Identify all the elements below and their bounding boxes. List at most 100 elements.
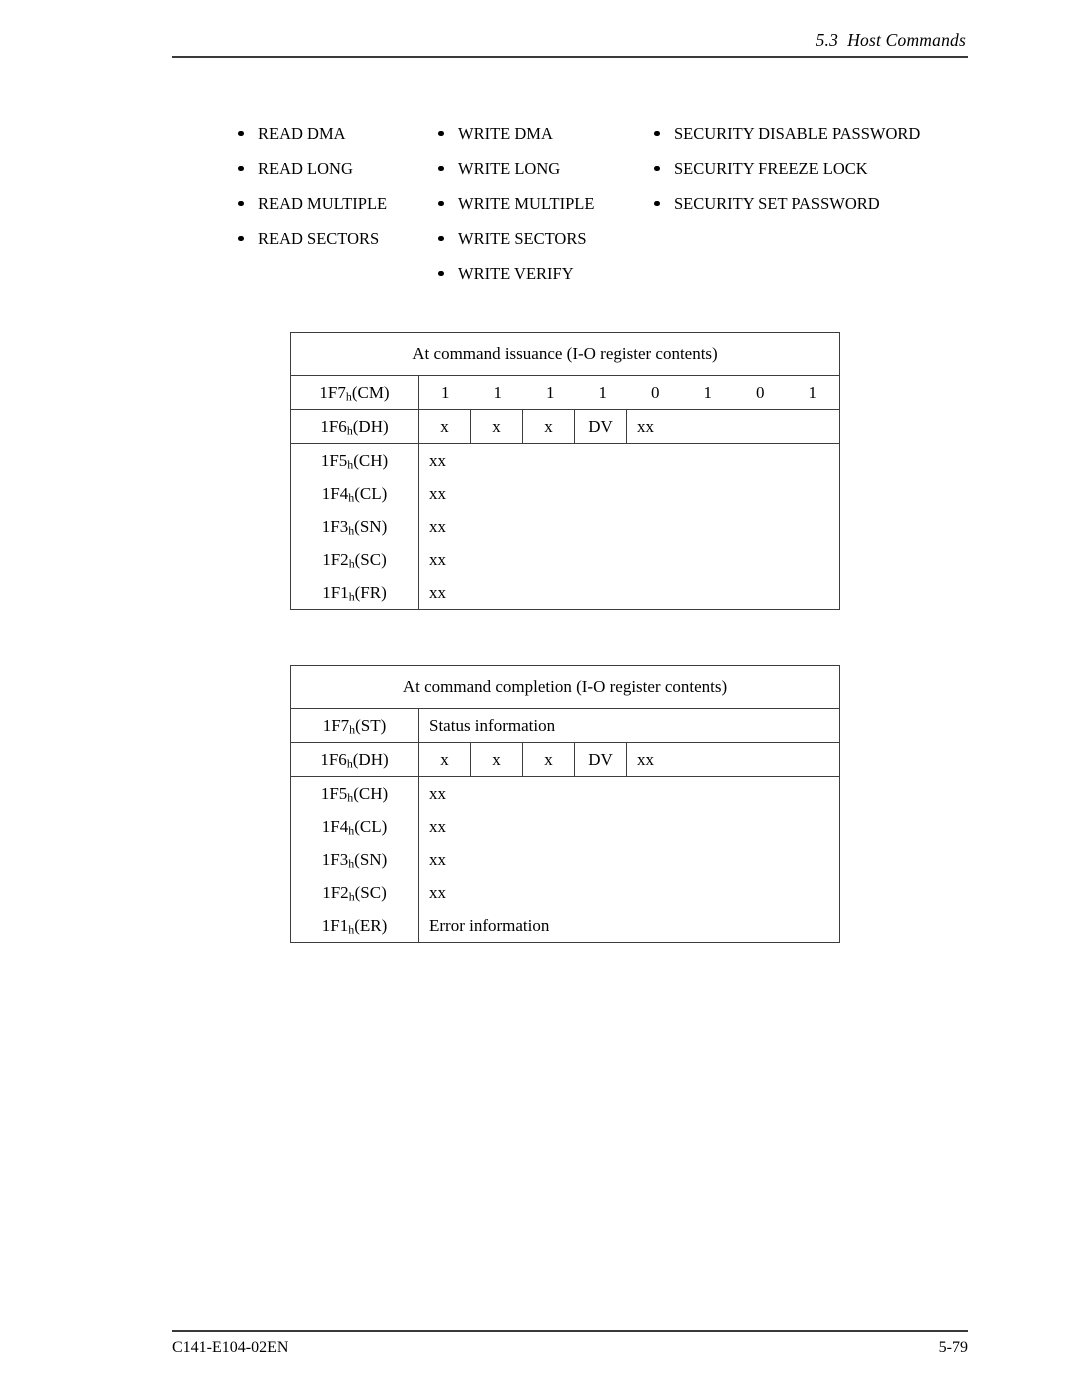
command-column-security: SECURITY DISABLE PASSWORD SECURITY FREEZE… xyxy=(653,116,993,221)
command-list-item: READ DMA xyxy=(237,116,432,151)
table-row: 1F2h(SC) xx xyxy=(291,543,839,576)
bullet-icon xyxy=(438,200,444,207)
header-rule xyxy=(172,56,968,58)
register-value: xx xyxy=(419,777,839,810)
device-head-bit-cell: DV xyxy=(575,743,627,776)
device-head-bit-cell: x xyxy=(471,743,523,776)
command-list-item: SECURITY SET PASSWORD xyxy=(653,186,993,221)
command-code-bit: 1 xyxy=(493,383,503,402)
register-value: Status information xyxy=(419,709,839,742)
register-label: 1F5h(CH) xyxy=(291,777,419,810)
table-row: 1F2h(SC) xx xyxy=(291,876,839,909)
device-head-bit-cell: x xyxy=(471,410,523,443)
register-mnemonic: (FR) xyxy=(354,583,387,602)
device-head-bit-cell: DV xyxy=(575,410,627,443)
command-column-write: WRITE DMA WRITE LONG WRITE MULTIPLE WRITE S… xyxy=(437,116,642,291)
register-label: 1F5h(CH) xyxy=(291,444,419,477)
register-value: Error information xyxy=(419,909,839,942)
register-value-text: xx xyxy=(429,451,446,470)
register-mnemonic: (SN) xyxy=(354,517,388,536)
device-head-bit-cell: x xyxy=(523,743,575,776)
register-table-command-issuance: At command issuance (I-O register conten… xyxy=(290,332,840,610)
register-address: 1F1 xyxy=(321,916,349,935)
command-list-item: WRITE VERIFY xyxy=(437,256,642,291)
register-label: 1F6h(DH) xyxy=(291,410,419,443)
register-value: 1 1 1 1 0 1 0 1 xyxy=(419,376,839,409)
command-name: READ LONG xyxy=(258,159,353,178)
register-label: 1F4h(CL) xyxy=(291,477,419,510)
register-address: 1F2 xyxy=(322,550,349,569)
device-head-remainder: xx xyxy=(637,417,654,436)
bullet-icon xyxy=(238,130,244,137)
table-row-status-register: 1F7h(ST) Status information xyxy=(291,709,839,743)
register-value-text: xx xyxy=(429,850,446,869)
register-value-text: xx xyxy=(429,484,446,503)
command-name: SECURITY DISABLE PASSWORD xyxy=(674,124,921,143)
register-address: 1F1 xyxy=(322,583,349,602)
command-name: WRITE DMA xyxy=(458,124,553,143)
register-value: xx xyxy=(419,843,839,876)
command-name: READ MULTIPLE xyxy=(258,194,388,213)
bullet-icon xyxy=(654,130,660,137)
register-value-text: xx xyxy=(429,883,446,902)
bullet-icon xyxy=(238,165,244,172)
command-name: READ SECTORS xyxy=(258,229,380,248)
command-list-item: WRITE LONG xyxy=(437,151,642,186)
device-head-bit-cell: x xyxy=(419,410,471,443)
command-name: WRITE LONG xyxy=(458,159,561,178)
register-value-text: xx xyxy=(429,550,446,569)
register-mnemonic: (SC) xyxy=(354,883,387,902)
register-address: 1F5 xyxy=(320,784,348,803)
bullet-icon xyxy=(654,200,660,207)
footer-rule xyxy=(172,1330,968,1332)
register-label: 1F2h(SC) xyxy=(291,543,419,576)
table-row: 1F5h(CH) xx xyxy=(291,777,839,810)
register-address: 1F2 xyxy=(322,883,349,902)
document-number: C141-E104-02EN xyxy=(172,1339,289,1356)
register-address: 1F6 xyxy=(320,417,347,436)
register-value: xx xyxy=(419,477,839,510)
register-value: xx xyxy=(419,444,839,477)
register-value-text: xx xyxy=(429,583,446,602)
page-number: 5-79 xyxy=(938,1339,968,1356)
register-label: 1F4h(CL) xyxy=(291,810,419,843)
command-code-bit: 1 xyxy=(808,383,818,402)
header-section-title: 5.3 Host Commands xyxy=(815,30,966,50)
register-label: 1F3h(SN) xyxy=(291,843,419,876)
register-value: xx xyxy=(419,876,839,909)
command-list-item: SECURITY DISABLE PASSWORD xyxy=(653,116,993,151)
register-address: 1F7 xyxy=(322,716,350,735)
register-label: 1F7h(CM) xyxy=(291,376,419,409)
footer-row: C141-E104-02EN 5-79 xyxy=(172,1339,968,1357)
command-list-item: READ MULTIPLE xyxy=(237,186,432,221)
table-row-device-head-register: 1F6h(DH) x x x DV xx xyxy=(291,743,839,777)
register-label: 1F1h(ER) xyxy=(291,909,419,942)
register-mnemonic: (SN) xyxy=(354,850,388,869)
register-mnemonic: (DH) xyxy=(352,750,389,769)
register-address: 1F5 xyxy=(320,451,348,470)
register-address: 1F3 xyxy=(321,517,349,536)
table-row: 1F3h(SN) xx xyxy=(291,843,839,876)
bullet-icon xyxy=(438,235,444,242)
register-label: 1F6h(DH) xyxy=(291,743,419,776)
register-mnemonic: (CL) xyxy=(354,484,388,503)
register-mnemonic: (DH) xyxy=(352,417,389,436)
bullet-icon xyxy=(238,200,244,207)
table-row: 1F4h(CL) xx xyxy=(291,477,839,510)
register-address: 1F6 xyxy=(320,750,347,769)
register-mnemonic: (ST) xyxy=(355,716,387,735)
command-list-item: READ LONG xyxy=(237,151,432,186)
command-code-bit: 1 xyxy=(598,383,608,402)
bullet-icon xyxy=(438,130,444,137)
register-mnemonic: (CH) xyxy=(353,451,389,470)
device-head-remainder: xx xyxy=(637,750,654,769)
register-value-text: Error information xyxy=(429,916,550,935)
register-address: 1F4 xyxy=(321,484,349,503)
register-table-command-completion: At command completion (I-O register cont… xyxy=(290,665,840,943)
register-mnemonic: (ER) xyxy=(354,916,388,935)
register-address: 1F3 xyxy=(321,850,349,869)
table-caption: At command completion (I-O register cont… xyxy=(291,666,839,709)
bullet-icon xyxy=(438,165,444,172)
table-caption: At command issuance (I-O register conten… xyxy=(291,333,839,376)
bullet-icon xyxy=(438,270,444,277)
